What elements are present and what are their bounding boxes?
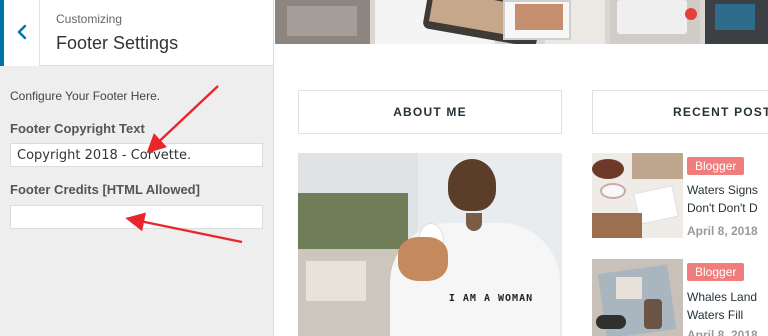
about-me-image: I AM A WOMAN: [298, 153, 562, 336]
panel-title: Footer Settings: [56, 33, 179, 53]
breadcrumb: Customizing: [56, 12, 123, 26]
category-badge[interactable]: Blogger: [687, 263, 745, 281]
post-title-line[interactable]: Waters Signs: [687, 181, 768, 199]
section-description: Configure Your Footer Here.: [10, 89, 161, 103]
copyright-label: Footer Copyright Text: [10, 121, 145, 136]
post-thumbnail[interactable]: [592, 153, 683, 238]
recent-posts-widget-title: RECENT POSTS: [592, 90, 768, 134]
post-date: April 8, 2018: [687, 328, 758, 336]
post-title-line[interactable]: Waters Fill: [687, 306, 768, 324]
post-title-line[interactable]: Whales Land: [687, 288, 768, 306]
back-button[interactable]: [0, 0, 40, 66]
category-badge[interactable]: Blogger: [687, 157, 745, 175]
about-me-widget-title: ABOUT ME: [298, 90, 562, 134]
customizer-panel: Customizing Footer Settings Configure Yo…: [0, 0, 274, 336]
panel-header: Customizing Footer Settings: [0, 0, 273, 66]
shirt-text: I AM A WOMAN: [448, 293, 534, 304]
post-thumbnail[interactable]: [592, 259, 683, 336]
credits-label: Footer Credits [HTML Allowed]: [10, 182, 200, 197]
credits-input[interactable]: [10, 205, 263, 229]
header-banner-image: [275, 0, 768, 44]
copyright-input[interactable]: [10, 143, 263, 167]
post-title-line[interactable]: Don't Don't D: [687, 199, 768, 217]
post-date: April 8, 2018: [687, 224, 758, 238]
chevron-left-icon: [17, 24, 27, 40]
